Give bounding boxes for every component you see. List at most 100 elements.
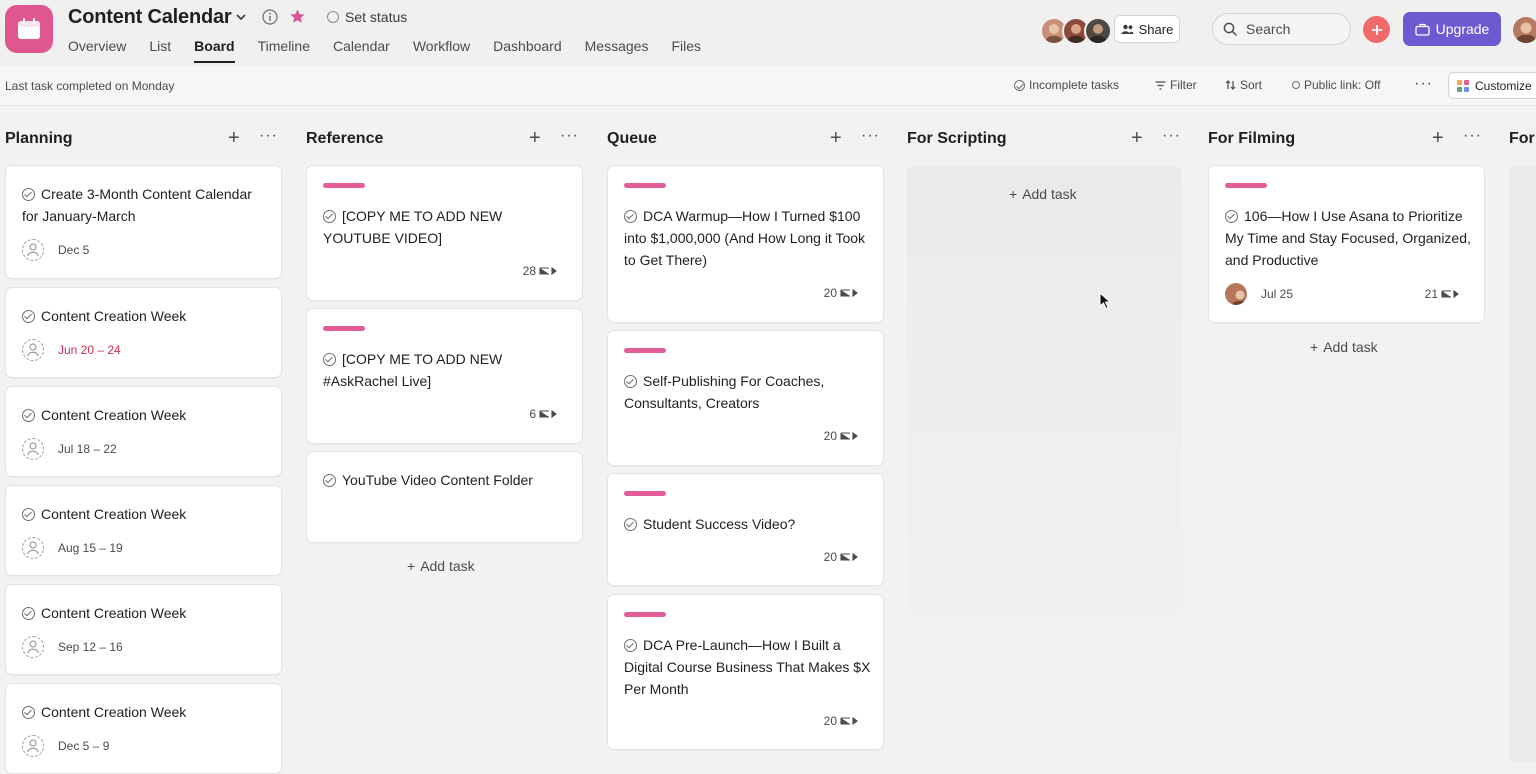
plus-icon[interactable]: +	[529, 128, 541, 148]
subtask-count[interactable]: 28	[523, 264, 559, 278]
add-task-button[interactable]: + Add task	[1310, 339, 1378, 355]
task-card[interactable]: Content Creation Week Dec 5 – 9	[5, 683, 282, 774]
customize-button[interactable]: Customize	[1448, 72, 1536, 99]
drop-zone[interactable]	[1509, 166, 1536, 762]
subtask-count[interactable]: 6	[529, 407, 559, 421]
assignee-avatar[interactable]	[22, 636, 44, 658]
project-icon[interactable]	[5, 5, 53, 53]
due-date[interactable]: Jul 25	[1261, 287, 1293, 301]
user-avatar[interactable]	[1513, 17, 1536, 43]
column-title[interactable]: For	[1509, 130, 1535, 148]
task-card[interactable]: Student Success Video? 20	[607, 473, 884, 586]
subtask-count[interactable]: 21	[1425, 287, 1461, 301]
calendar-icon	[18, 18, 40, 39]
tab-files[interactable]: Files	[671, 38, 701, 63]
column-title[interactable]: Queue	[607, 130, 657, 148]
due-date[interactable]: Dec 5	[58, 243, 89, 257]
assignee-avatar[interactable]	[22, 438, 44, 460]
more-icon[interactable]: ···	[1463, 128, 1482, 144]
task-card[interactable]: Content Creation Week Aug 15 – 19	[5, 485, 282, 576]
task-card[interactable]: 106—How I Use Asana to Prioritize My Tim…	[1208, 165, 1485, 323]
add-task-button[interactable]: + Add task	[407, 558, 475, 574]
due-date[interactable]: Jun 20 – 24	[58, 343, 121, 357]
task-title: Self-Publishing For Coaches, Consultants…	[624, 370, 871, 414]
add-task-button[interactable]: + Add task	[1009, 186, 1077, 202]
plus-icon[interactable]: +	[228, 128, 240, 148]
sort-button[interactable]: Sort	[1225, 78, 1262, 92]
task-card[interactable]: [COPY ME TO ADD NEW #AskRachel Live] 6	[306, 308, 583, 444]
task-card[interactable]: DCA Pre-Launch—How I Built a Digital Cou…	[607, 594, 884, 750]
task-card[interactable]: DCA Warmup—How I Turned $100 into $1,000…	[607, 165, 884, 323]
subtask-icon	[539, 409, 557, 419]
subtask-count[interactable]: 20	[824, 429, 860, 443]
more-icon[interactable]: ···	[259, 128, 278, 144]
plus-icon[interactable]: +	[830, 128, 842, 148]
chevron-down-icon[interactable]	[234, 10, 248, 24]
incomplete-tasks-filter[interactable]: Incomplete tasks	[1014, 78, 1119, 92]
assignee-avatar[interactable]	[22, 239, 44, 261]
tab-board[interactable]: Board	[194, 38, 235, 63]
subtask-count[interactable]: 20	[824, 550, 860, 564]
column-title[interactable]: For Filming	[1208, 130, 1295, 148]
task-card[interactable]: Content Creation Week Jul 18 – 22	[5, 386, 282, 477]
subtask-count[interactable]: 20	[824, 714, 860, 728]
assignee-avatar[interactable]	[22, 735, 44, 757]
filter-button[interactable]: Filter	[1155, 78, 1197, 92]
plus-icon[interactable]: +	[1432, 128, 1444, 148]
subtask-count[interactable]: 20	[824, 286, 860, 300]
share-button[interactable]: Share	[1114, 15, 1180, 43]
public-link-button[interactable]: Public link: Off	[1292, 78, 1380, 92]
assignee-avatar[interactable]	[1225, 283, 1247, 305]
due-date[interactable]: Sep 12 – 16	[58, 640, 123, 654]
task-card[interactable]: Content Creation Week Sep 12 – 16	[5, 584, 282, 675]
grid-icon	[1457, 79, 1469, 92]
more-icon[interactable]: ···	[560, 128, 579, 144]
search-input[interactable]: Search	[1212, 13, 1351, 45]
task-card[interactable]: Create 3-Month Content Calendar for Janu…	[5, 165, 282, 279]
customize-label: Customize	[1475, 78, 1532, 93]
person-icon	[27, 541, 39, 555]
tab-dashboard[interactable]: Dashboard	[493, 38, 562, 63]
project-header: Content Calendar Set status Overview Lis…	[0, 0, 1536, 66]
more-icon[interactable]: ···	[861, 128, 880, 144]
column-title[interactable]: Reference	[306, 130, 383, 148]
add-task-label: Add task	[420, 558, 475, 574]
project-title[interactable]: Content Calendar	[68, 6, 232, 29]
task-card[interactable]: Content Creation Week Jun 20 – 24	[5, 287, 282, 378]
due-date[interactable]: Aug 15 – 19	[58, 541, 123, 555]
task-card[interactable]: YouTube Video Content Folder	[306, 451, 583, 543]
column-for-partial: For	[1509, 106, 1536, 762]
column-title[interactable]: Planning	[5, 130, 73, 148]
check-circle-icon	[22, 188, 35, 201]
tab-workflow[interactable]: Workflow	[413, 38, 470, 63]
drop-zone[interactable]	[907, 166, 1182, 762]
due-date[interactable]: Jul 18 – 22	[58, 442, 117, 456]
due-date[interactable]: Dec 5 – 9	[58, 739, 109, 753]
set-status-button[interactable]: Set status	[327, 9, 407, 25]
check-circle-icon	[624, 375, 637, 388]
star-icon[interactable]	[289, 8, 306, 25]
column-for-filming: For Filming + ··· 106—How I Use Asana to…	[1208, 106, 1485, 762]
info-icon[interactable]	[262, 9, 278, 25]
tab-list[interactable]: List	[149, 38, 171, 63]
more-options-icon[interactable]: ···	[1414, 75, 1433, 93]
task-card[interactable]: Self-Publishing For Coaches, Consultants…	[607, 330, 884, 466]
assignee-avatar[interactable]	[22, 339, 44, 361]
column-title[interactable]: For Scripting	[907, 130, 1007, 148]
quick-add-button[interactable]	[1363, 16, 1390, 43]
task-card[interactable]: [COPY ME TO ADD NEW YOUTUBE VIDEO] 28	[306, 165, 583, 301]
assignee-avatar[interactable]	[22, 537, 44, 559]
check-circle-icon	[1225, 210, 1238, 223]
tab-overview[interactable]: Overview	[68, 38, 126, 63]
tag-bar	[323, 183, 365, 188]
tab-timeline[interactable]: Timeline	[258, 38, 310, 63]
task-title-text: Content Creation Week	[41, 308, 187, 324]
upgrade-button[interactable]: Upgrade	[1403, 12, 1501, 46]
more-icon[interactable]: ···	[1162, 128, 1181, 144]
briefcase-icon	[1414, 23, 1430, 36]
tab-messages[interactable]: Messages	[585, 38, 649, 63]
plus-icon[interactable]: +	[1131, 128, 1143, 148]
tab-calendar[interactable]: Calendar	[333, 38, 390, 63]
mouse-cursor-icon	[1099, 291, 1112, 315]
member-avatars[interactable]	[1040, 17, 1112, 45]
